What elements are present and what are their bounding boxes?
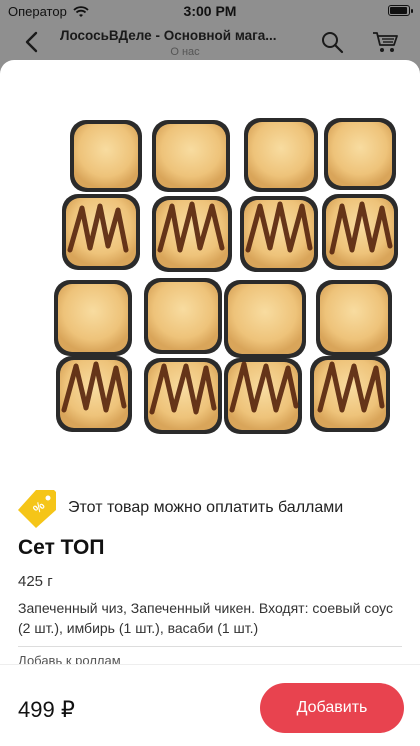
purchase-footer: 499 ₽ Добавить [0, 664, 420, 746]
product-description: Запеченный чиз, Запеченный чикен. Входят… [18, 600, 393, 636]
cart-icon[interactable] [372, 30, 400, 54]
product-price: 499 ₽ [18, 697, 75, 722]
product-weight: 425 г [18, 573, 53, 590]
status-time: 3:00 PM [183, 3, 237, 19]
product-image [54, 118, 398, 434]
search-icon[interactable] [320, 30, 344, 54]
divider [18, 646, 402, 647]
back-icon[interactable] [20, 30, 44, 54]
points-notice: % Этот товар можно оплатить баллами [18, 488, 343, 528]
product-title: Сет ТОП [18, 536, 105, 559]
navigation-bar: ЛососьВДеле - Основной мага... О нас [0, 22, 420, 62]
points-message: Этот товар можно оплатить баллами [68, 499, 344, 516]
screen: Оператор 3:00 PM ЛососьВДеле - Основной … [0, 0, 420, 746]
store-title: ЛососьВДеле - Основной мага... [60, 28, 277, 43]
add-to-cart-button[interactable]: Добавить [260, 683, 404, 733]
about-link[interactable]: О нас [60, 46, 310, 58]
product-sheet: % Этот товар можно оплатить баллами Сет … [0, 60, 420, 746]
status-bar: Оператор 3:00 PM [0, 0, 420, 22]
addons-section-label: Добавь к роллам [18, 654, 121, 664]
price-tag-icon: % [18, 490, 56, 528]
battery-icon [388, 5, 413, 16]
